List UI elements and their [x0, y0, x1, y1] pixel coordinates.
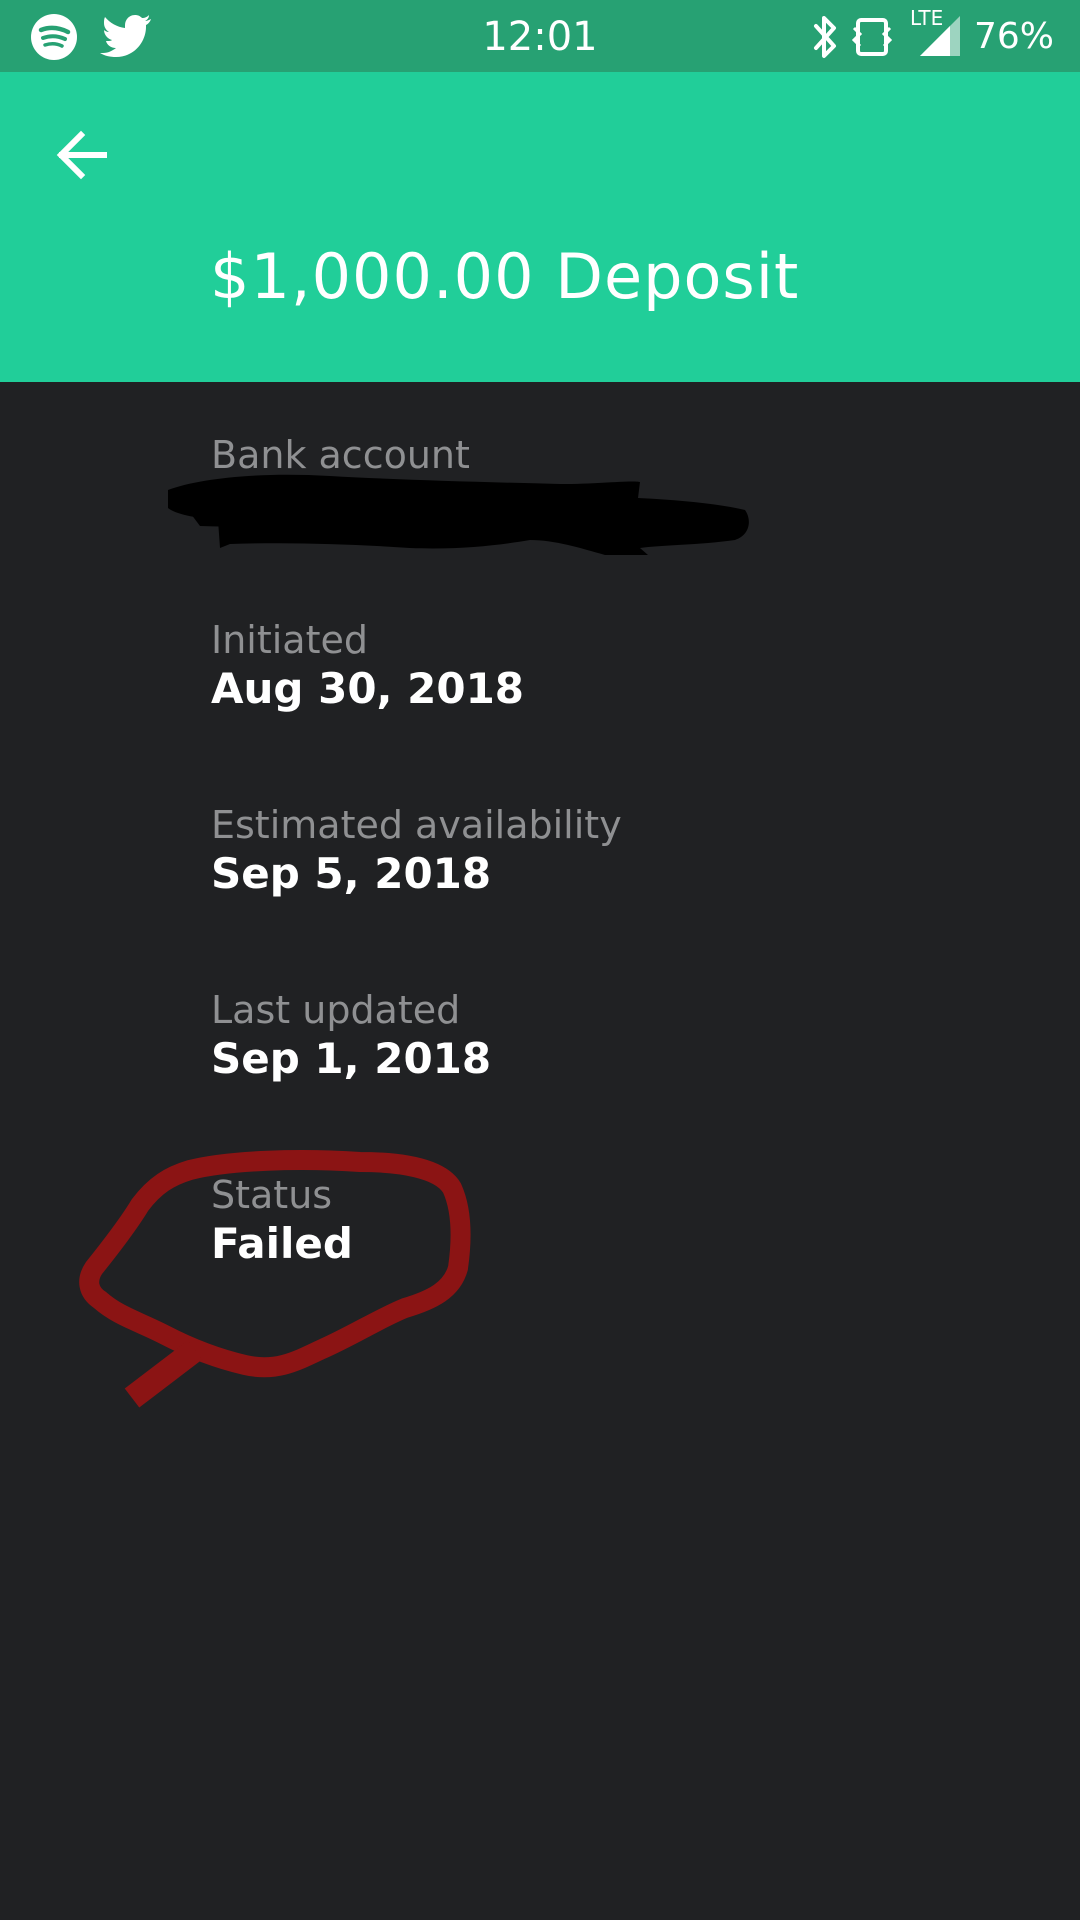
- signal-icon: [920, 16, 960, 56]
- field-value: Sep 5, 2018: [211, 849, 492, 898]
- field-value: Failed: [211, 1219, 353, 1268]
- header: [0, 72, 1080, 382]
- field-bank-account: Bank account: [211, 432, 470, 478]
- vibrate-icon: [852, 18, 892, 56]
- arrow-left-icon: [56, 130, 107, 180]
- field-status: Status Failed: [211, 1172, 353, 1270]
- status-bar: 12:01 LTE 76%: [0, 0, 1080, 72]
- content-area: [0, 382, 1080, 1920]
- page-title: $1,000.00 Deposit: [210, 240, 800, 313]
- bluetooth-icon: [814, 16, 836, 58]
- battery-percent: 76%: [973, 16, 1054, 57]
- field-estimated-availability: Estimated availability Sep 5, 2018: [211, 802, 622, 900]
- field-label: Status: [211, 1173, 333, 1217]
- field-value: Aug 30, 2018: [211, 664, 525, 713]
- field-label: Initiated: [211, 618, 368, 662]
- field-initiated: Initiated Aug 30, 2018: [211, 617, 524, 715]
- back-button[interactable]: [48, 118, 120, 190]
- field-value: Sep 1, 2018: [211, 1034, 492, 1083]
- field-label: Estimated availability: [211, 803, 622, 847]
- field-label: Last updated: [211, 988, 461, 1032]
- field-last-updated: Last updated Sep 1, 2018: [211, 987, 491, 1085]
- field-label: Bank account: [211, 433, 470, 477]
